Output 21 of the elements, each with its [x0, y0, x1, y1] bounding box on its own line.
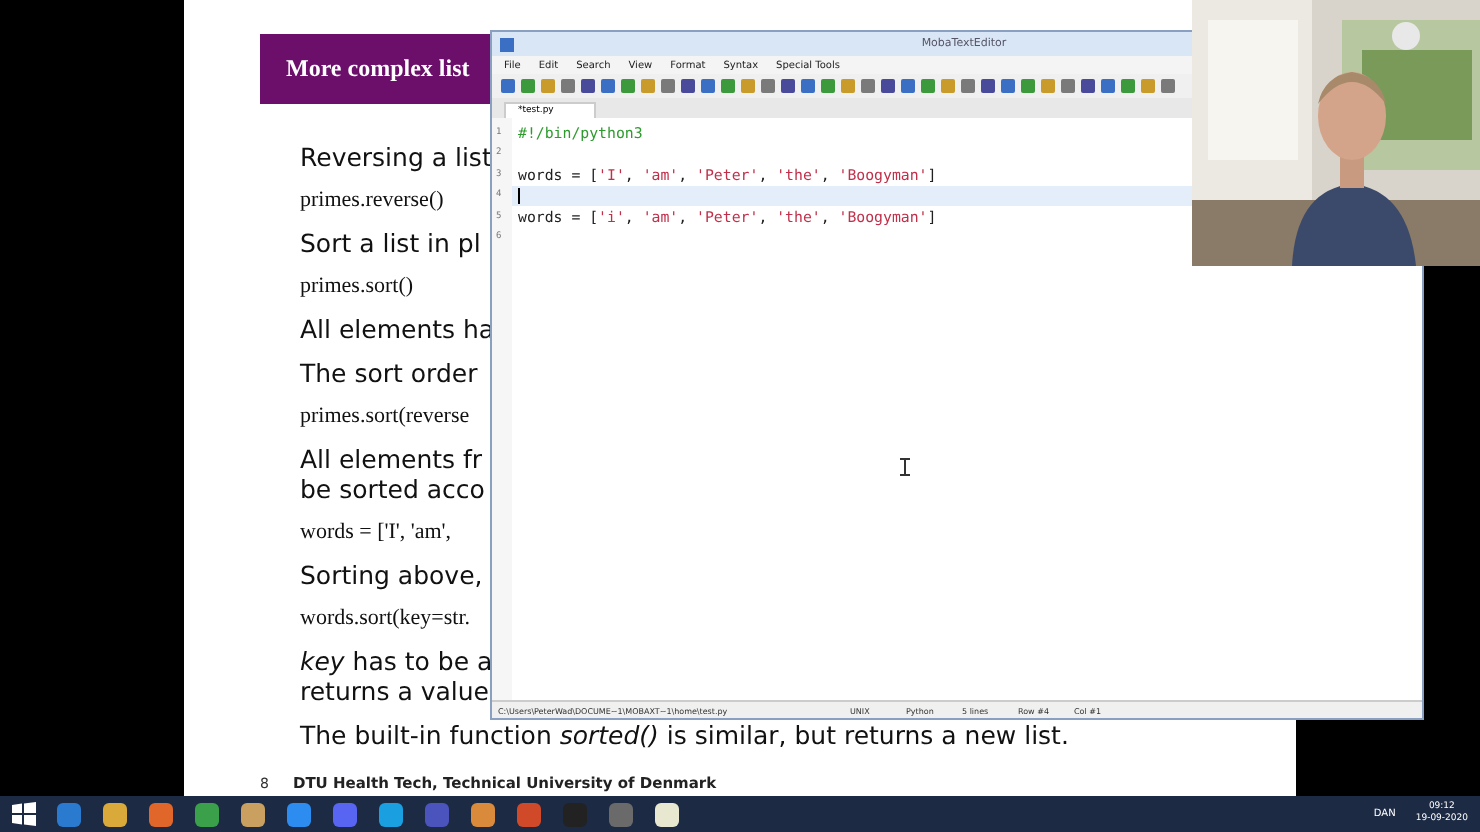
code-line: words = ['I', 'am', [300, 518, 452, 546]
taskbar-app-icon[interactable] [470, 801, 496, 827]
slide-text: The sort order [300, 358, 478, 388]
code-line: primes.sort(reverse [300, 402, 470, 430]
slide-text: Reversing a list [300, 142, 492, 172]
slide-text: key has to be a returns a value [300, 646, 493, 706]
code-line: primes.reverse() [300, 186, 444, 214]
slide-text: All elements fr be sorted acco [300, 444, 485, 504]
start-icon[interactable] [12, 802, 36, 826]
slide-text: Sort a list in pl [300, 228, 481, 258]
i-beam-cursor-icon [900, 458, 910, 476]
code-line: words.sort(key=str. [300, 604, 471, 632]
taskbar-app-icon[interactable] [654, 801, 680, 827]
slide-text: The built-in function sorted() is similar, but returns a new list. [300, 720, 1069, 750]
taskbar-app-icon[interactable] [102, 801, 128, 827]
slide-text: Sorting above, [300, 560, 483, 590]
taskbar-app-icon[interactable] [240, 801, 266, 827]
text-cursor [518, 187, 520, 204]
taskbar-app-icon[interactable] [378, 801, 404, 827]
code-line: primes.sort() [300, 272, 414, 300]
app-icon [500, 37, 514, 51]
